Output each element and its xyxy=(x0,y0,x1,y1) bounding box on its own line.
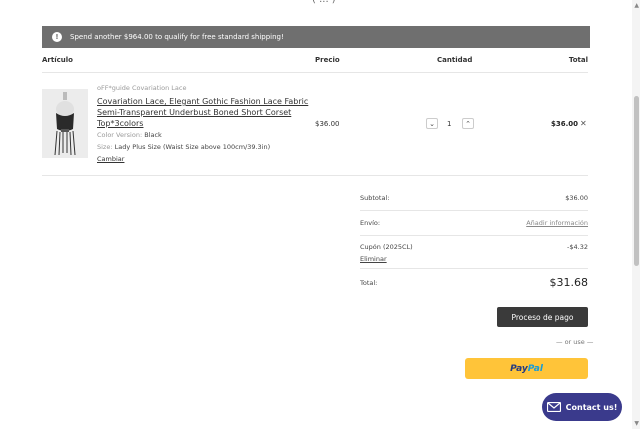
scrollbar-thumb[interactable] xyxy=(634,96,639,266)
divider xyxy=(360,210,588,211)
checkout-button[interactable]: Proceso de pago xyxy=(497,307,588,327)
page-header-fragment: ( ... ) xyxy=(312,0,336,5)
coupon-label: Cupón (2025CL) xyxy=(360,243,413,251)
divider xyxy=(42,175,588,176)
line-total: $36.00 xyxy=(551,120,579,128)
paypal-button[interactable]: Pay Pal xyxy=(465,358,588,379)
contact-us-label: Contact us! xyxy=(565,402,618,412)
info-icon: ! xyxy=(52,32,62,42)
free-shipping-text: Spend another $964.00 to qualify for fre… xyxy=(70,33,284,41)
divider xyxy=(360,268,588,269)
divider xyxy=(360,235,588,236)
subtotal-label: Subtotal: xyxy=(360,194,390,202)
divider xyxy=(42,72,588,73)
product-vendor: oFF*guide Covariation Lace xyxy=(97,84,187,92)
chevron-down-icon: ⌄ xyxy=(429,119,435,128)
scrollbar[interactable]: ▲ ▼ xyxy=(632,0,640,429)
cart-table-header: Artículo Precio Cantidad Total xyxy=(42,55,588,71)
total-label: Total: xyxy=(360,279,378,287)
scroll-down-icon[interactable]: ▼ xyxy=(634,420,639,427)
scroll-up-icon[interactable]: ▲ xyxy=(634,2,639,9)
chevron-up-icon: ⌃ xyxy=(465,119,471,128)
col-article-header: Artículo xyxy=(42,56,73,64)
paypal-logo-pal: Pal xyxy=(527,363,543,374)
product-title-link[interactable]: Covariation Lace, Elegant Gothic Fashion… xyxy=(97,96,312,129)
contact-us-button[interactable]: Contact us! xyxy=(542,393,622,421)
unit-price: $36.00 xyxy=(315,120,340,128)
qty-value[interactable]: 1 xyxy=(447,120,451,128)
size-variant: Size: Lady Plus Size (Waist Size above 1… xyxy=(97,143,270,151)
color-variant-value: Black xyxy=(144,131,162,139)
add-shipping-info-link[interactable]: Añadir información xyxy=(526,219,588,227)
qty-increase-button[interactable]: ⌃ xyxy=(462,118,474,129)
shipping-label: Envío: xyxy=(360,219,381,227)
coupon-discount: -$4.32 xyxy=(567,243,588,251)
color-variant-label: Color Version: xyxy=(97,131,143,139)
or-use-divider: — or use — xyxy=(556,338,594,346)
col-total-header: Total xyxy=(568,56,588,64)
subtotal-value: $36.00 xyxy=(565,194,588,202)
change-variant-link[interactable]: Cambiar xyxy=(97,155,124,163)
product-image[interactable] xyxy=(42,89,88,158)
col-qty-header: Cantidad xyxy=(437,56,473,64)
size-variant-label: Size: xyxy=(97,143,113,151)
remove-item-icon[interactable]: ✕ xyxy=(580,119,587,128)
size-variant-value: Lady Plus Size (Waist Size above 100cm/3… xyxy=(114,143,271,151)
qty-decrease-button[interactable]: ⌄ xyxy=(426,118,438,129)
free-shipping-banner: ! Spend another $964.00 to qualify for f… xyxy=(42,26,590,48)
color-variant: Color Version: Black xyxy=(97,131,162,139)
envelope-icon xyxy=(546,402,561,412)
total-value: $31.68 xyxy=(549,276,589,289)
remove-coupon-link[interactable]: Eliminar xyxy=(360,255,387,263)
paypal-logo-pay: Pay xyxy=(510,363,528,374)
col-price-header: Precio xyxy=(315,56,340,64)
